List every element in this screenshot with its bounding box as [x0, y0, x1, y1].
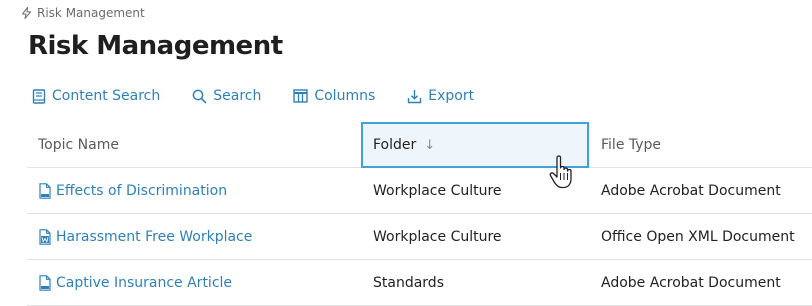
column-header-topic-name[interactable]: Topic Name: [27, 122, 361, 167]
lightning-icon: [21, 7, 32, 19]
topic-cell: Harassment Free Workplace: [27, 214, 361, 259]
table-row[interactable]: Harassment Free Workplace Workplace Cult…: [27, 214, 812, 260]
content-search-button[interactable]: Content Search: [32, 88, 160, 104]
table-row[interactable]: Effects of Discrimination Workplace Cult…: [27, 168, 812, 214]
topic-name: Captive Insurance Article: [56, 274, 233, 291]
search-button[interactable]: Search: [192, 88, 261, 104]
export-icon: [407, 89, 422, 104]
sort-descending-icon[interactable]: ↓: [424, 138, 435, 153]
pdf-file-icon: [38, 182, 52, 199]
word-file-icon: [38, 228, 52, 245]
topic-link[interactable]: Captive Insurance Article: [38, 275, 232, 291]
breadcrumb[interactable]: Risk Management: [21, 5, 145, 21]
topic-name: Effects of Discrimination: [56, 182, 228, 199]
file-type-cell: Adobe Acrobat Document: [601, 274, 781, 291]
content-search-label: Content Search: [52, 88, 161, 104]
export-label: Export: [428, 88, 475, 104]
columns-label: Columns: [314, 88, 376, 104]
book-icon: [32, 88, 46, 104]
folder-cell: Workplace Culture: [373, 228, 502, 245]
search-label: Search: [213, 88, 262, 104]
column-header-label: File Type: [601, 136, 662, 153]
breadcrumb-label: Risk Management: [37, 6, 145, 20]
topic-cell: Captive Insurance Article: [27, 260, 361, 305]
table-row[interactable]: Captive Insurance Article Standards Adob…: [27, 260, 812, 306]
topic-link[interactable]: Harassment Free Workplace: [38, 229, 252, 245]
folder-cell: Standards: [373, 274, 444, 291]
export-button[interactable]: Export: [407, 88, 474, 104]
column-header-label: Topic Name: [38, 136, 119, 153]
columns-icon: [293, 89, 309, 103]
file-type-cell: Adobe Acrobat Document: [601, 182, 781, 199]
hand-cursor-icon: [548, 154, 578, 194]
pdf-file-icon: [38, 274, 52, 291]
topic-link[interactable]: Effects of Discrimination: [38, 183, 227, 199]
topic-cell: Effects of Discrimination: [27, 168, 361, 213]
grid-header-row: Topic Name Folder ↓ File Type: [27, 122, 812, 168]
file-type-cell: Office Open XML Document: [601, 228, 795, 245]
search-icon: [192, 89, 207, 104]
column-header-file-type[interactable]: File Type: [589, 122, 812, 167]
toolbar: Content Search Search Columns Export: [32, 86, 506, 106]
topic-name: Harassment Free Workplace: [56, 228, 253, 245]
columns-button[interactable]: Columns: [293, 88, 375, 104]
page-title: Risk Management: [28, 31, 283, 61]
column-header-label: Folder: [373, 137, 417, 153]
data-grid: Topic Name Folder ↓ File Type Effects of…: [27, 122, 812, 306]
